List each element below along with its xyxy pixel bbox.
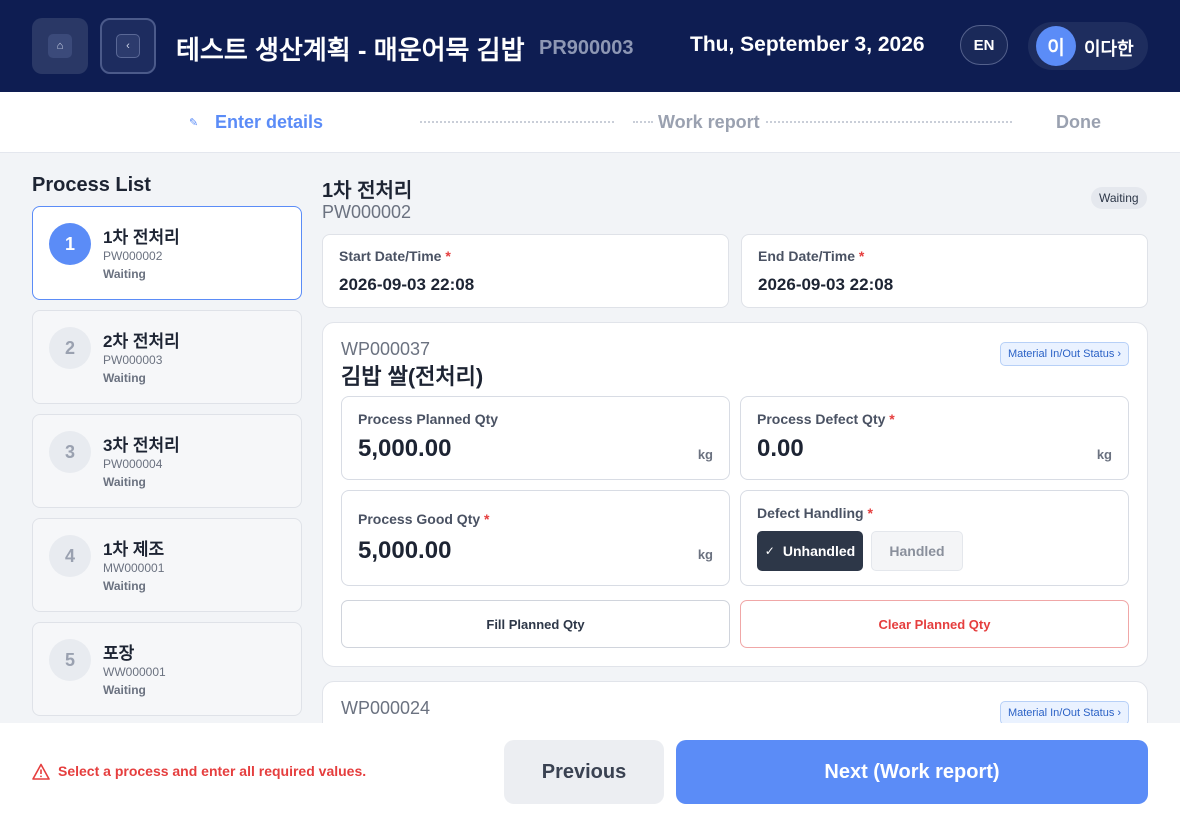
start-datetime-value: 2026-09-03 22:08 — [339, 275, 475, 294]
process-name: 포장 — [103, 644, 135, 663]
warning-icon — [32, 763, 50, 780]
fill-planned-qty-button[interactable]: Fill Planned Qty — [341, 600, 730, 648]
planned-qty-label: Process Planned Qty — [358, 411, 499, 427]
defect-handling-field: Defect Handling * ✓ Unhandled Handled — [740, 490, 1129, 586]
good-qty-label: Process Good Qty * — [358, 511, 490, 527]
process-code: PW000003 — [103, 353, 163, 367]
process-title: 1차 전처리 — [322, 180, 413, 202]
process-code: PW000004 — [103, 457, 163, 471]
home-icon: ⌂ — [48, 34, 72, 58]
process-status: Waiting — [103, 579, 146, 593]
app-header: ⌂ ‹ 테스트 생산계획 - 매운어묵 김밥 PR900003 Thu, Sep… — [0, 0, 1180, 92]
process-code: MW000001 — [103, 561, 165, 575]
material-status-button[interactable]: Material In/Out Status › — [1000, 342, 1129, 366]
material-status-button[interactable]: Material In/Out Status › — [1000, 701, 1129, 725]
process-name: 2차 전처리 — [103, 332, 180, 351]
process-status: Waiting — [103, 683, 146, 697]
process-item-4[interactable]: 4 1차 제조 MW000001 Waiting — [32, 518, 302, 612]
handled-toggle[interactable]: Handled — [871, 531, 963, 571]
unit-label: kg — [697, 547, 713, 562]
process-item-1[interactable]: 1 1차 전처리 PW000002 Waiting — [32, 206, 302, 300]
home-button[interactable]: ⌂ — [32, 18, 88, 74]
page-title: 테스트 생산계획 - 매운어묵 김밥 — [176, 35, 525, 65]
process-number: 1 — [49, 223, 91, 265]
process-status: Waiting — [103, 475, 146, 489]
defect-qty-label: Process Defect Qty * — [757, 411, 895, 427]
end-datetime-value: 2026-09-03 22:08 — [758, 275, 894, 294]
work-item-code: WP000024 — [341, 698, 431, 718]
process-number: 2 — [49, 327, 91, 369]
validation-message: Select a process and enter all required … — [58, 763, 367, 779]
step-connector — [633, 121, 653, 123]
process-status: Waiting — [103, 267, 146, 281]
work-item-card: WP000037 김밥 쌀(전처리) Material In/Out Statu… — [322, 322, 1148, 667]
next-button[interactable]: Next (Work report) — [676, 740, 1148, 804]
good-qty-field[interactable]: Process Good Qty * 5,000.00 kg — [341, 490, 730, 586]
check-icon: ✓ — [764, 544, 775, 558]
defect-handling-label: Defect Handling * — [757, 505, 873, 521]
step-work-report: Work report — [658, 112, 760, 132]
pencil-icon: ✎ — [189, 117, 199, 129]
step-connector — [766, 121, 1012, 123]
planned-qty-field: Process Planned Qty 5,000.00 kg — [341, 396, 730, 480]
language-toggle[interactable]: EN — [960, 25, 1008, 65]
stepper: ✎ Enter details Work report Done — [0, 92, 1180, 153]
step-connector — [420, 121, 614, 123]
user-menu[interactable]: 이 이다한 — [1028, 22, 1148, 70]
process-code: WW000001 — [103, 665, 166, 679]
unhandled-toggle[interactable]: ✓ Unhandled — [757, 531, 863, 571]
planned-qty-value: 5,000.00 — [358, 435, 452, 462]
process-name: 3차 전처리 — [103, 436, 180, 455]
process-list-title: Process List — [32, 174, 151, 196]
end-datetime-label: End Date/Time * — [758, 248, 865, 264]
process-item-3[interactable]: 3 3차 전처리 PW000004 Waiting — [32, 414, 302, 508]
avatar: 이 — [1036, 26, 1076, 66]
current-date: Thu, September 3, 2026 — [690, 33, 925, 56]
process-name: 1차 제조 — [103, 540, 165, 559]
work-item-name: 김밥 쌀(전처리) — [341, 364, 484, 389]
user-name: 이다한 — [1084, 39, 1134, 59]
footer-bar: Select a process and enter all required … — [0, 723, 1180, 820]
start-datetime-label: Start Date/Time * — [339, 248, 451, 264]
process-item-2[interactable]: 2 2차 전처리 PW000003 Waiting — [32, 310, 302, 404]
previous-button[interactable]: Previous — [504, 740, 664, 804]
process-item-5[interactable]: 5 포장 WW000001 Waiting — [32, 622, 302, 716]
back-button[interactable]: ‹ — [100, 18, 156, 74]
process-number: 5 — [49, 639, 91, 681]
process-status: Waiting — [103, 371, 146, 385]
plan-code: PR900003 — [539, 37, 634, 59]
process-name: 1차 전처리 — [103, 228, 180, 247]
process-code: PW000002 — [322, 202, 412, 222]
defect-qty-value: 0.00 — [757, 435, 804, 462]
unit-label: kg — [697, 447, 713, 462]
chevron-left-icon: ‹ — [116, 34, 140, 58]
unit-label: kg — [1096, 447, 1112, 462]
work-item-code: WP000037 — [341, 339, 431, 359]
step-enter-details: Enter details — [215, 112, 324, 132]
start-datetime-field[interactable]: Start Date/Time * 2026-09-03 22:08 — [322, 234, 729, 308]
process-number: 4 — [49, 535, 91, 577]
defect-qty-field[interactable]: Process Defect Qty * 0.00 kg — [740, 396, 1129, 480]
step-done: Done — [1056, 112, 1101, 132]
status-badge: Waiting — [1091, 187, 1147, 209]
clear-planned-qty-button[interactable]: Clear Planned Qty — [740, 600, 1129, 648]
end-datetime-field[interactable]: End Date/Time * 2026-09-03 22:08 — [741, 234, 1148, 308]
process-number: 3 — [49, 431, 91, 473]
good-qty-value: 5,000.00 — [358, 537, 452, 564]
process-code: PW000002 — [103, 249, 163, 263]
